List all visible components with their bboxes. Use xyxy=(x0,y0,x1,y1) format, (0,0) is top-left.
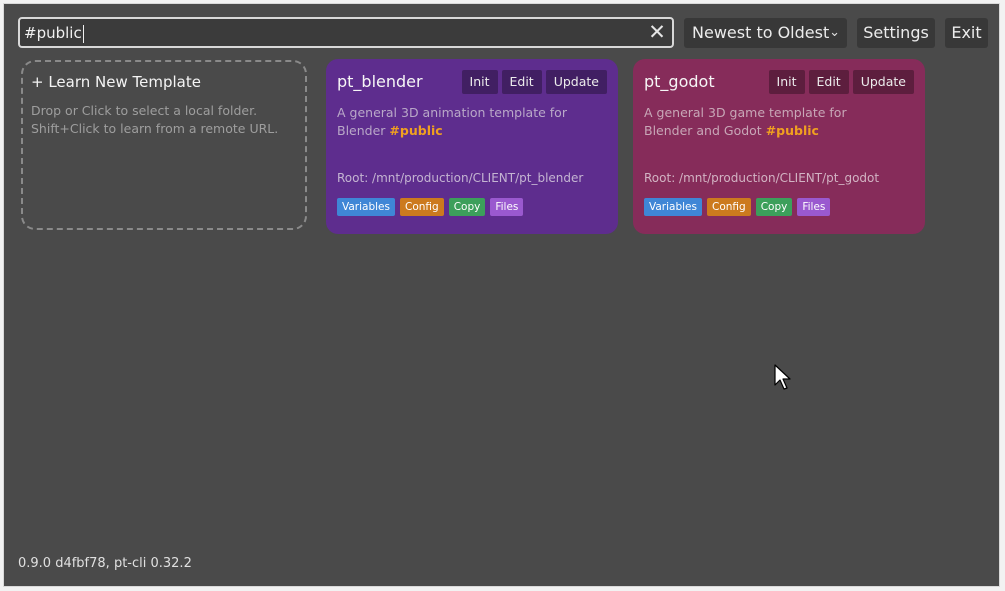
template-description: A general 3D game template for Blender a… xyxy=(644,104,894,140)
search-value: #public xyxy=(24,24,84,43)
exit-button[interactable]: Exit xyxy=(945,18,988,48)
card-actions: Init Edit Update xyxy=(768,70,914,94)
init-button[interactable]: Init xyxy=(768,70,805,94)
learn-line-1: Drop or Click to select a local folder. xyxy=(31,103,258,118)
update-button[interactable]: Update xyxy=(852,70,914,94)
card-chips: Variables Config Copy Files xyxy=(337,198,524,216)
copy-chip[interactable]: Copy xyxy=(755,198,793,216)
files-chip[interactable]: Files xyxy=(490,198,524,216)
card-chips: Variables Config Copy Files xyxy=(644,198,831,216)
tag-label: #public xyxy=(389,123,443,138)
template-root-path: Root: /mnt/production/CLIENT/pt_blender xyxy=(337,171,584,185)
mouse-cursor-icon xyxy=(774,364,791,390)
text-caret xyxy=(82,24,84,43)
learn-new-template-dropzone[interactable]: + Learn New Template Drop or Click to se… xyxy=(21,60,307,230)
files-chip[interactable]: Files xyxy=(797,198,831,216)
template-name: pt_blender xyxy=(337,72,423,91)
variables-chip[interactable]: Variables xyxy=(644,198,702,216)
update-button[interactable]: Update xyxy=(545,70,607,94)
close-icon[interactable]: ✕ xyxy=(646,21,668,43)
description-text: A general 3D animation template for Blen… xyxy=(337,105,567,138)
tag-label: #public xyxy=(765,123,819,138)
template-description: A general 3D animation template for Blen… xyxy=(337,104,587,140)
version-label: 0.9.0 d4fbf78, pt-cli 0.32.2 xyxy=(18,556,192,571)
config-chip[interactable]: Config xyxy=(399,198,444,216)
init-button[interactable]: Init xyxy=(461,70,498,94)
sort-label: Newest to Oldest xyxy=(692,23,830,42)
variables-chip[interactable]: Variables xyxy=(337,198,395,216)
learn-title: + Learn New Template xyxy=(31,73,201,91)
copy-chip[interactable]: Copy xyxy=(448,198,486,216)
learn-line-2: Shift+Click to learn from a remote URL. xyxy=(31,121,279,136)
edit-button[interactable]: Edit xyxy=(808,70,849,94)
template-card-pt-blender[interactable]: pt_blender Init Edit Update A general 3D… xyxy=(326,59,618,234)
search-input[interactable]: #public ✕ xyxy=(18,17,674,48)
template-name: pt_godot xyxy=(644,72,715,91)
template-root-path: Root: /mnt/production/CLIENT/pt_godot xyxy=(644,171,880,185)
chevron-down-icon: ⌄ xyxy=(829,25,840,40)
card-actions: Init Edit Update xyxy=(461,70,607,94)
settings-button[interactable]: Settings xyxy=(857,18,935,48)
learn-description: Drop or Click to select a local folder. … xyxy=(31,102,278,138)
app-window: #public ✕ Newest to Oldest ⌄ Settings Ex… xyxy=(3,3,1000,587)
sort-dropdown[interactable]: Newest to Oldest ⌄ xyxy=(684,18,847,48)
template-card-pt-godot[interactable]: pt_godot Init Edit Update A general 3D g… xyxy=(633,59,925,234)
config-chip[interactable]: Config xyxy=(706,198,751,216)
edit-button[interactable]: Edit xyxy=(501,70,542,94)
